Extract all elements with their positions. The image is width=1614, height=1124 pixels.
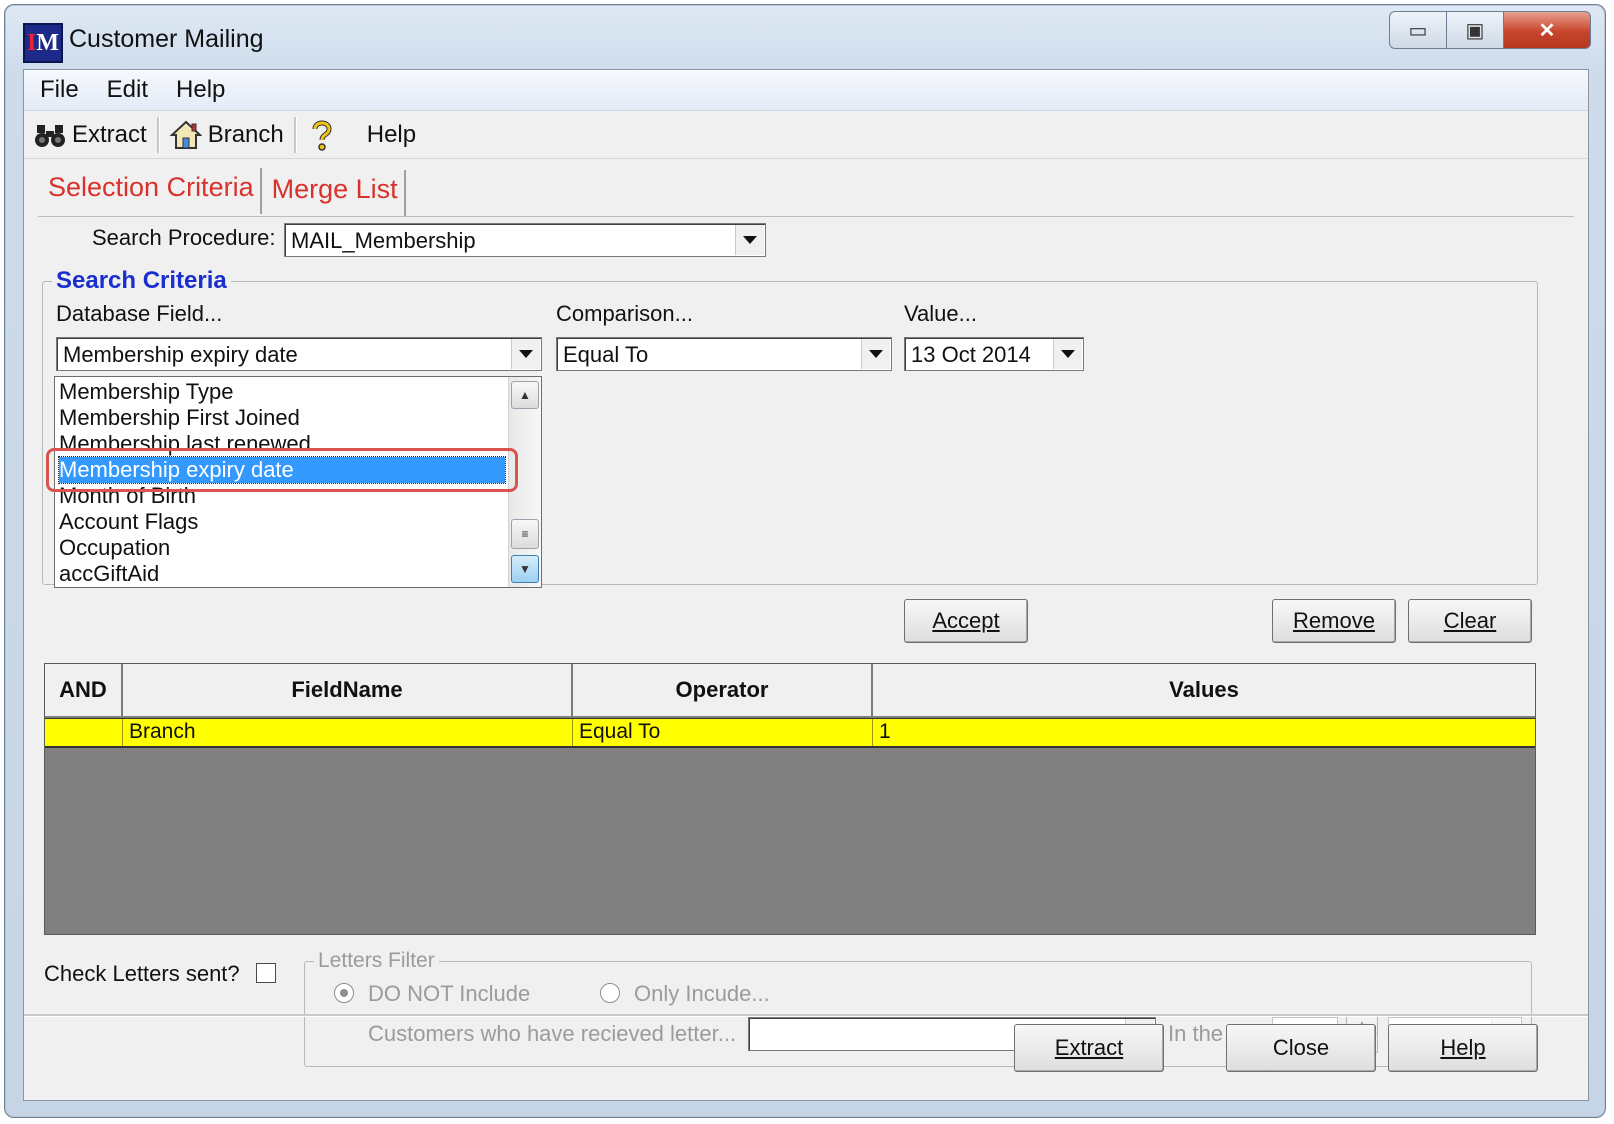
selection-highlight-annotation — [46, 448, 518, 492]
accept-button[interactable]: Accept — [904, 599, 1028, 643]
binoculars-icon — [35, 125, 65, 147]
app-logo-icon: IM — [23, 23, 63, 63]
window-controls: ▭ ▣ ✕ — [1389, 11, 1591, 49]
cell-fieldname: Branch — [123, 719, 573, 746]
maximize-icon: ▣ — [1465, 19, 1485, 42]
value-date: 13 Oct 2014 — [911, 342, 1031, 367]
letters-filter-legend: Letters Filter — [314, 949, 439, 973]
search-procedure-label: Search Procedure: — [92, 225, 276, 250]
window-title: Customer Mailing — [69, 25, 264, 53]
minimize-button[interactable]: ▭ — [1389, 11, 1447, 49]
dropdown-arrow-icon[interactable] — [511, 339, 540, 369]
column-header-values[interactable]: Values — [873, 664, 1535, 716]
tab-selection-criteria[interactable]: Selection Criteria — [42, 168, 262, 214]
database-field-value: Membership expiry date — [63, 342, 298, 367]
comparison-label: Comparison... — [556, 301, 693, 326]
do-not-include-radio[interactable] — [334, 983, 354, 1003]
scroll-up-icon[interactable]: ▲ — [511, 381, 539, 409]
dropdown-arrow-icon[interactable] — [1053, 339, 1082, 369]
bottom-divider — [24, 1014, 1588, 1017]
scroll-down-icon[interactable]: ▼ — [511, 555, 539, 583]
clear-button[interactable]: Clear — [1408, 599, 1532, 643]
minimize-icon: ▭ — [1408, 19, 1428, 42]
column-header-fieldname[interactable]: FieldName — [123, 664, 573, 716]
list-item[interactable]: Occupation — [59, 535, 505, 561]
search-procedure-dropdown[interactable]: MAIL_Membership — [284, 223, 766, 257]
menu-edit[interactable]: Edit — [107, 76, 148, 104]
toolbar-help-label: Help — [366, 121, 417, 148]
menu-file[interactable]: File — [40, 76, 79, 104]
customers-received-label: Customers who have recieved letter... — [368, 1021, 737, 1046]
cell-operator: Equal To — [573, 719, 873, 746]
list-item[interactable]: Membership First Joined — [59, 405, 505, 431]
dropdown-arrow-icon[interactable] — [861, 339, 890, 369]
close-icon: ✕ — [1538, 19, 1556, 42]
table-row[interactable]: Branch Equal To 1 — [45, 718, 1535, 748]
toolbar-extract-button[interactable]: Extract — [24, 115, 157, 155]
scroll-thumb[interactable]: ≡ — [511, 519, 539, 549]
menu-help[interactable]: Help — [176, 76, 225, 104]
close-button[interactable]: Close — [1226, 1024, 1376, 1072]
criteria-grid: AND FieldName Operator Values Branch Equ… — [44, 663, 1536, 935]
toolbar-extract-label: Extract — [72, 121, 147, 148]
dropdown-arrow-icon[interactable] — [735, 225, 764, 255]
cell-and — [45, 719, 123, 746]
dialog-client-area: File Edit Help Extract Branch Help Selec… — [23, 69, 1589, 1101]
list-item[interactable]: Account Flags — [59, 509, 505, 535]
close-window-button[interactable]: ✕ — [1503, 11, 1591, 49]
app-window: IM Customer Mailing ▭ ▣ ✕ File Edit Help — [4, 4, 1606, 1118]
help-button[interactable]: Help — [1388, 1024, 1538, 1072]
value-date-picker[interactable]: 13 Oct 2014 — [904, 337, 1084, 371]
list-item[interactable]: accGiftAid — [59, 561, 505, 587]
comparison-value: Equal To — [563, 342, 649, 367]
selection-criteria-panel: Search Procedure: MAIL_Membership Search… — [38, 216, 1574, 1067]
cell-values: 1 — [879, 720, 891, 743]
grid-header: AND FieldName Operator Values — [45, 664, 1535, 716]
search-procedure-value: MAIL_Membership — [291, 228, 476, 253]
toolbar-branch-label: Branch — [207, 121, 284, 148]
tab-strip: Selection Criteria Merge List — [42, 168, 410, 216]
list-item[interactable]: Membership Type — [59, 379, 505, 405]
column-header-operator[interactable]: Operator — [573, 664, 873, 716]
remove-button[interactable]: Remove — [1272, 599, 1396, 643]
extract-button[interactable]: Extract — [1014, 1024, 1164, 1072]
check-letters-checkbox[interactable] — [256, 963, 276, 983]
do-not-include-label: DO NOT Include — [368, 981, 531, 1006]
only-include-radio[interactable] — [600, 983, 620, 1003]
house-icon — [169, 120, 202, 149]
search-criteria-legend: Search Criteria — [52, 267, 231, 295]
toolbar-help-button[interactable]: Help — [297, 115, 426, 155]
toolbar: Extract Branch Help — [24, 112, 1588, 159]
title-bar[interactable]: IM Customer Mailing ▭ ▣ ✕ — [5, 5, 1605, 75]
database-field-dropdown[interactable]: Membership expiry date — [56, 337, 542, 371]
toolbar-branch-button[interactable]: Branch — [160, 115, 294, 155]
value-label: Value... — [904, 301, 977, 326]
maximize-button[interactable]: ▣ — [1446, 11, 1504, 49]
database-field-label: Database Field... — [56, 301, 223, 326]
check-letters-label: Check Letters sent? — [44, 961, 240, 986]
comparison-dropdown[interactable]: Equal To — [556, 337, 892, 371]
only-include-label: Only Incude... — [634, 981, 770, 1006]
question-mark-icon — [312, 120, 332, 151]
menu-bar: File Edit Help — [24, 70, 1588, 111]
column-header-and[interactable]: AND — [45, 664, 123, 716]
tab-merge-list[interactable]: Merge List — [266, 170, 406, 216]
